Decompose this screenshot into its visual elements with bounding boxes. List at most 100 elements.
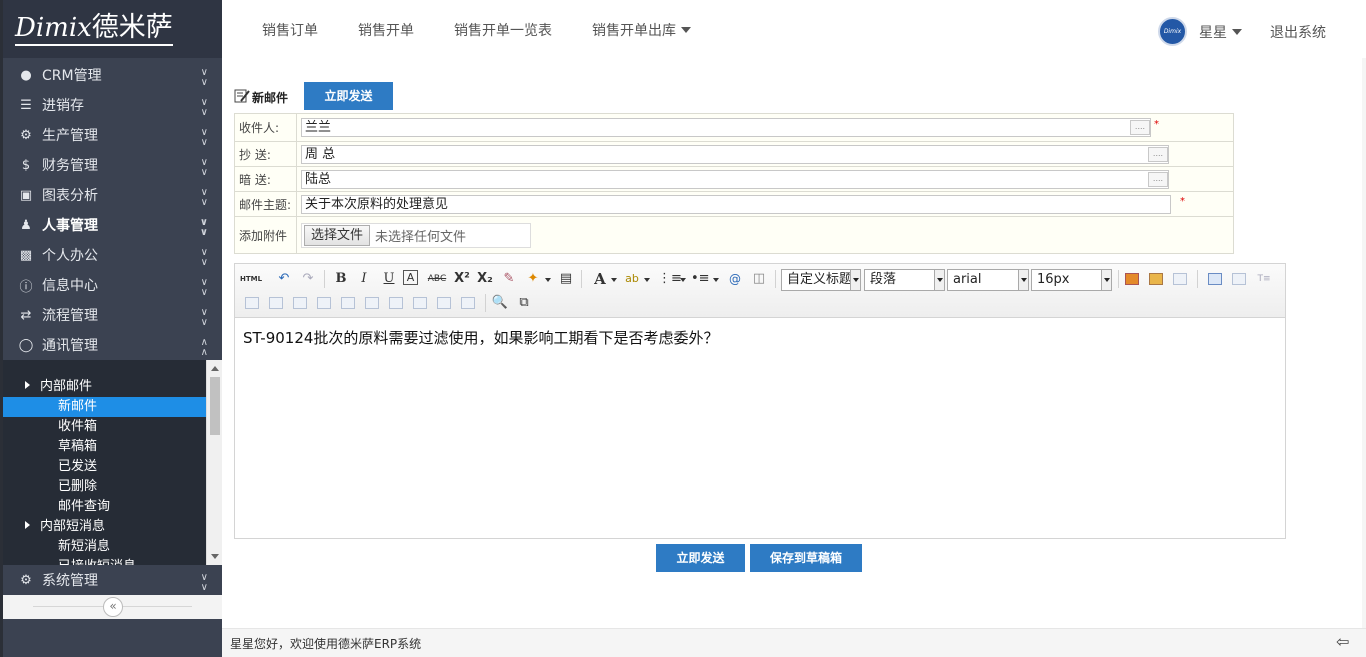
unordered-list-icon[interactable]: •≡ (691, 270, 710, 288)
choose-file-button[interactable]: 选择文件 (304, 224, 371, 246)
nav-link-sales-invoice[interactable]: 销售开单 (358, 20, 414, 40)
pick-cc-button[interactable]: .... (1148, 146, 1168, 162)
compose-mail-panel: 新邮件 立即发送 收件人: 兰兰.... * 抄 送: 周 总.... 暗 送: … (222, 58, 1362, 628)
file-input[interactable]: 选择文件 未选择任何文件 (301, 222, 531, 248)
delete-column-icon[interactable] (317, 297, 331, 309)
submenu-item-new-message[interactable]: 新短消息 (3, 537, 206, 557)
scroll-up-icon[interactable] (211, 366, 219, 371)
format-painter-icon[interactable]: ✦ (524, 270, 542, 288)
split-rows-icon[interactable] (437, 297, 451, 309)
sidebar-item-office[interactable]: ▩ 个人办公 ∨ ∨ (3, 240, 222, 270)
page-scrollbar[interactable] (1362, 58, 1366, 628)
page-icon[interactable]: ◫ (750, 270, 768, 288)
logo[interactable]: Dimix德米萨 (3, 0, 222, 58)
attachment-icon[interactable] (1173, 273, 1187, 285)
submenu-group-short-message[interactable]: 内部短消息 (3, 517, 222, 537)
delete-table-icon[interactable] (1232, 273, 1246, 285)
logout-link[interactable]: 退出系统 (1270, 22, 1326, 42)
heading-select[interactable]: 自定义标题 (781, 269, 861, 291)
submenu-item-drafts[interactable]: 草稿箱 (3, 437, 206, 457)
anchor-icon[interactable]: @ (726, 270, 744, 288)
submenu-item-mail-search[interactable]: 邮件查询 (3, 497, 206, 517)
merge-right-icon[interactable] (365, 297, 379, 309)
sidebar-item-charts[interactable]: ▣ 图表分析 ∨ ∨ (3, 180, 222, 210)
split-cells-icon[interactable] (413, 297, 427, 309)
compose-header: 新邮件 立即发送 (234, 82, 393, 110)
sidebar-item-production[interactable]: ⚙ 生产管理 ∨ ∨ (3, 120, 222, 150)
italic-icon[interactable]: I (355, 270, 373, 288)
font-size-select[interactable]: 16px (1031, 269, 1112, 291)
submenu-item-deleted[interactable]: 已删除 (3, 477, 206, 497)
html-source-button[interactable]: HTML (240, 270, 262, 288)
editor-content[interactable]: ST-90124批次的原料需要过滤使用，如果影响工期看下是否考虑委外？ (235, 318, 1285, 358)
rich-text-editor: HTML ↶ ↷ B I U A ABC X² X₂ ✎ ✦ ▤ A ab ⋮≡… (234, 263, 1286, 539)
submenu-scrollbar[interactable] (206, 360, 222, 565)
insert-row-icon[interactable] (245, 297, 259, 309)
submenu-item-received-messages[interactable]: 已接收短消息 (3, 557, 206, 565)
list-icon: ☰ (20, 97, 32, 113)
insert-image-icon[interactable] (1149, 273, 1163, 285)
pick-recipient-button[interactable]: .... (1130, 120, 1150, 135)
chevron-down-icon: ∨ ∨ (200, 307, 208, 328)
preview-icon[interactable]: 🔍 (491, 294, 509, 312)
nav-link-sales-invoice-list[interactable]: 销售开单一览表 (454, 20, 552, 40)
send-now-bottom-button[interactable]: 立即发送 (656, 544, 745, 572)
font-color-icon[interactable]: A (591, 270, 609, 288)
subscript-icon[interactable]: X₂ (476, 270, 494, 288)
submenu-item-sent[interactable]: 已发送 (3, 457, 206, 477)
sidebar-item-communication[interactable]: ◯ 通讯管理 ∧ ∧ (3, 330, 222, 360)
to-field[interactable]: 兰兰.... (301, 118, 1151, 137)
pick-bcc-button[interactable]: .... (1148, 171, 1168, 187)
insert-table-icon[interactable] (1208, 273, 1222, 285)
table-properties-icon[interactable]: T≡ (1255, 270, 1273, 288)
send-now-button[interactable]: 立即发送 (304, 82, 393, 110)
avatar[interactable]: Dimix (1158, 17, 1187, 46)
undo-icon[interactable]: ↶ (275, 270, 293, 288)
highlight-color-icon[interactable]: ab (623, 270, 641, 288)
sidebar-item-finance[interactable]: $ 财务管理 ∨ ∨ (3, 150, 222, 180)
font-border-icon[interactable]: A (403, 270, 418, 285)
paste-text-icon[interactable]: ▤ (557, 270, 575, 288)
merge-down-icon[interactable] (389, 297, 403, 309)
sidebar-item-inventory[interactable]: ☰ 进销存 ∨ ∨ (3, 90, 222, 120)
submenu-item-new-mail[interactable]: 新邮件 (3, 397, 206, 417)
redo-icon[interactable]: ↷ (299, 270, 317, 288)
scroll-down-icon[interactable] (211, 554, 219, 559)
save-draft-button[interactable]: 保存到草稿箱 (750, 544, 862, 572)
ordered-list-icon[interactable]: ⋮≡ (658, 270, 682, 288)
strikethrough-icon[interactable]: ABC (427, 270, 447, 288)
picture-icon: ▣ (19, 187, 33, 203)
delete-row-icon[interactable] (269, 297, 283, 309)
nav-link-sales-outbound[interactable]: 销售开单出库 (592, 20, 691, 40)
font-family-select[interactable]: arial (947, 269, 1029, 291)
back-arrow-icon[interactable]: ⇦ (1336, 633, 1358, 651)
merge-cells-icon[interactable] (341, 297, 355, 309)
sidebar-item-info[interactable]: ⓘ 信息中心 ∨ ∨ (3, 270, 222, 300)
sidebar-item-workflow[interactable]: ⇄ 流程管理 ∨ ∨ (3, 300, 222, 330)
submenu-item-inbox[interactable]: 收件箱 (3, 417, 206, 437)
image-icon[interactable] (1125, 273, 1139, 285)
bold-icon[interactable]: B (332, 270, 350, 288)
collapse-sidebar-button[interactable]: « (103, 597, 123, 617)
scrollbar-thumb[interactable] (210, 377, 220, 435)
briefcase-icon: ▩ (19, 247, 33, 263)
info-icon: ⓘ (19, 279, 33, 295)
split-cols-icon[interactable] (461, 297, 475, 309)
sidebar-item-system[interactable]: ⚙ 系统管理 ∨ ∨ (3, 565, 222, 595)
superscript-icon[interactable]: X² (453, 270, 471, 288)
submenu-group-internal-mail[interactable]: 内部邮件 (3, 377, 222, 397)
eraser-icon[interactable]: ✎ (500, 270, 518, 288)
sidebar-item-crm[interactable]: ● CRM管理 ∨ ∨ (3, 60, 222, 90)
mail-form: 收件人: 兰兰.... * 抄 送: 周 总.... 暗 送: 陆总.... 邮件… (234, 113, 1234, 254)
underline-icon[interactable]: U (380, 270, 398, 288)
bcc-field[interactable]: 陆总.... (301, 169, 1169, 189)
sidebar-item-hr[interactable]: ♟ 人事管理 ∨ ∨ (3, 210, 222, 240)
nav-link-sales-order[interactable]: 销售订单 (262, 20, 318, 40)
user-menu[interactable]: 星星 (1199, 22, 1242, 42)
insert-column-icon[interactable] (293, 297, 307, 309)
cc-field[interactable]: 周 总.... (301, 144, 1169, 164)
subject-field[interactable]: 关于本次原料的处理意见 (301, 194, 1171, 214)
chevron-down-icon: ∨ ∨ (200, 67, 208, 88)
paragraph-select[interactable]: 段落 (864, 269, 945, 291)
find-replace-icon[interactable]: ⧉ (515, 294, 533, 312)
